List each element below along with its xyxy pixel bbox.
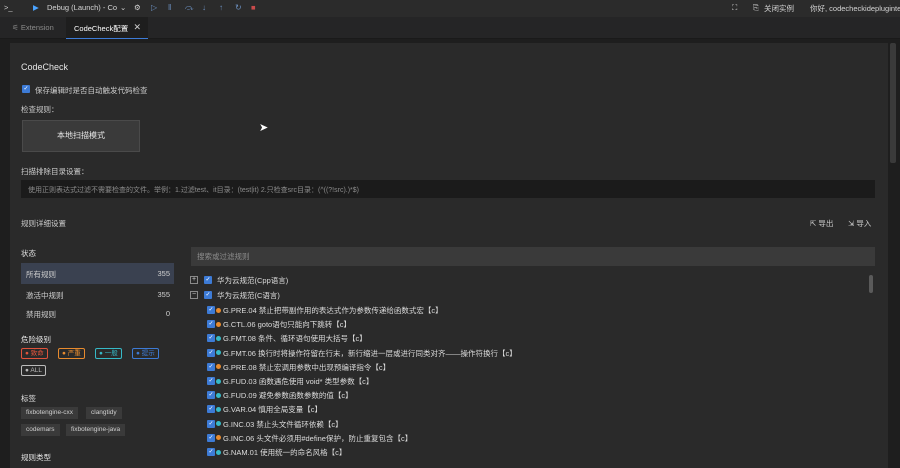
status-count: 355 bbox=[157, 290, 170, 299]
rule-label: G.FMT.08 条件、循环语句使用大括号【c】 bbox=[223, 334, 367, 344]
severity-dot-icon bbox=[216, 406, 221, 412]
tag-chip[interactable]: clangtidy bbox=[86, 407, 122, 419]
tag-chip[interactable]: fixbotengine-java bbox=[66, 424, 126, 436]
close-instance-button[interactable]: 关闭实例 bbox=[764, 3, 794, 14]
tag-chip[interactable]: codemars bbox=[21, 424, 60, 436]
rule-label: G.INC.06 头文件必须用#define保护，防止重复包含【c】 bbox=[223, 433, 413, 443]
close-instance-icon[interactable]: ⎘ bbox=[753, 3, 759, 13]
rule-checkbox[interactable]: ✓ bbox=[207, 391, 215, 400]
restart-icon[interactable]: ↻ bbox=[235, 3, 242, 12]
severity-chip-fatal[interactable]: ● 致命 bbox=[21, 348, 48, 359]
rule-details-label: 规则详细设置 bbox=[21, 219, 66, 228]
chevron-down-icon[interactable]: ⌄ bbox=[120, 3, 126, 12]
status-row-disabled-rules[interactable]: 禁用规则 0 bbox=[21, 303, 174, 324]
rule-label: G.FMT.06 换行时将操作符留在行末，新行缩进一层或进行同类对齐——操作符换… bbox=[223, 348, 517, 358]
severity-dot-icon bbox=[216, 321, 221, 327]
gear-icon[interactable]: ⚙ bbox=[134, 3, 141, 12]
rule-label: G.FUD.03 函数遇危使用 void* 类型参数【c】 bbox=[223, 377, 374, 386]
close-icon[interactable]: ✕ bbox=[133, 22, 141, 33]
debug-config-select[interactable]: Debug (Launch) - Co bbox=[47, 3, 117, 12]
status-row-active-rules[interactable]: 激活中规则 355 bbox=[21, 284, 174, 305]
rule-checkbox[interactable]: ✓ bbox=[207, 348, 215, 357]
step-out-icon[interactable]: ↑ bbox=[219, 3, 223, 12]
step-over-icon[interactable]: ⤼ bbox=[185, 3, 194, 13]
exclude-dirs-label: 扫描排除目录设置： bbox=[21, 167, 89, 176]
group-label: 华为云规范(Cpp语言) bbox=[217, 276, 289, 285]
severity-heading: 危险级别 bbox=[21, 335, 51, 344]
local-scan-mode-button[interactable]: 本地扫描模式 bbox=[22, 120, 140, 152]
debug-toolbar: >_ ▶ Debug (Launch) - Co ⌄ ⚙ ▷ ‖ ⤼ ↓ ↑ ↻… bbox=[0, 0, 900, 17]
extension-icon: ⚟ bbox=[12, 23, 21, 32]
severity-dot-icon bbox=[216, 307, 221, 313]
tag-chip[interactable]: fixbotengine-cxx bbox=[21, 407, 78, 419]
rule-search-input[interactable]: 搜索或过滤规则 bbox=[191, 247, 875, 266]
severity-dot-icon bbox=[216, 449, 221, 455]
expand-icon[interactable]: + bbox=[190, 276, 198, 284]
rule-label: G.INC.03 禁止头文件循环依赖【c】 bbox=[223, 419, 343, 429]
rule-checkbox[interactable]: ✓ bbox=[207, 320, 215, 329]
rule-checkbox[interactable]: ✓ bbox=[207, 334, 215, 343]
group-checkbox[interactable]: ✓ bbox=[204, 291, 212, 299]
rule-checkbox[interactable]: ✓ bbox=[207, 448, 215, 456]
rule-label: G.VAR.04 慎用全局变量【c】 bbox=[223, 405, 323, 415]
rule-label: G.PRE.08 禁止宏调用参数中出现预编译指令【c】 bbox=[223, 362, 391, 372]
auto-check-label: 保存编辑时是否自动触发代码检查 bbox=[35, 86, 148, 95]
rule-label: G.FUD.09 避免参数函数参数的值【c】 bbox=[223, 391, 353, 401]
severity-dot-icon bbox=[216, 378, 221, 384]
severity-chip-all[interactable]: ● ALL bbox=[21, 365, 46, 376]
stop-icon[interactable]: ■ bbox=[251, 3, 256, 12]
status-heading: 状态 bbox=[21, 249, 36, 258]
status-label: 禁用规则 bbox=[26, 310, 56, 319]
tab-codecheck-config[interactable]: CodeCheck配置 ✕ bbox=[66, 17, 148, 39]
rule-label: G.NAM.01 使用统一的命名风格【c】 bbox=[223, 448, 347, 457]
tags-heading: 标签 bbox=[21, 394, 36, 403]
status-count: 355 bbox=[157, 269, 170, 278]
run-icon[interactable]: ▶ bbox=[33, 3, 39, 12]
terminal-icon[interactable]: >_ bbox=[4, 3, 13, 12]
status-label: 激活中规则 bbox=[26, 291, 64, 300]
rule-checkbox[interactable]: ✓ bbox=[207, 433, 215, 442]
status-label: 所有规则 bbox=[26, 270, 56, 279]
rule-label: G.CTL.06 goto语句只能向下跳转【c】 bbox=[223, 320, 351, 330]
auto-check-checkbox[interactable]: ✓ bbox=[22, 85, 30, 93]
pause-icon[interactable]: ‖ bbox=[168, 3, 171, 12]
rule-label: G.PRE.04 禁止把带副作用的表达式作为参数传递给函数式宏【c】 bbox=[223, 306, 443, 315]
severity-dot-icon bbox=[216, 392, 221, 398]
group-label: 华为云规范(C语言) bbox=[217, 291, 280, 300]
user-greeting: 你好, codecheckideplugintes bbox=[810, 4, 900, 13]
step-into-icon[interactable]: ↓ bbox=[202, 3, 206, 12]
rule-checkbox[interactable]: ✓ bbox=[207, 362, 215, 371]
rule-checkbox[interactable]: ✓ bbox=[207, 405, 215, 414]
tab-label: CodeCheck配置 bbox=[74, 24, 129, 33]
continue-icon[interactable]: ▷ bbox=[151, 3, 157, 12]
rule-checkbox[interactable]: ✓ bbox=[207, 377, 215, 385]
export-button[interactable]: ⇱ 导出 bbox=[810, 218, 833, 229]
group-checkbox[interactable]: ✓ bbox=[204, 276, 212, 284]
exclude-dirs-input[interactable]: 使用正则表达式过滤不需要检查的文件。举例：1.过滤test、it目录：(test… bbox=[21, 180, 875, 198]
tab-label: Extension bbox=[20, 23, 54, 32]
status-row-all-rules[interactable]: 所有规则 355 bbox=[21, 263, 174, 284]
fullscreen-icon[interactable]: ⛶ bbox=[732, 3, 737, 13]
tab-extension[interactable]: ⚟ Extension bbox=[4, 17, 62, 39]
collapse-icon[interactable]: − bbox=[190, 291, 198, 299]
page-title: CodeCheck bbox=[21, 62, 69, 72]
severity-dot-icon bbox=[216, 335, 221, 341]
rule-checkbox[interactable]: ✓ bbox=[207, 419, 215, 428]
status-count: 0 bbox=[165, 309, 170, 318]
severity-chip-general[interactable]: ● 一般 bbox=[95, 348, 122, 359]
import-button[interactable]: ⇲ 导入 bbox=[848, 218, 871, 229]
mouse-cursor-icon: ➤ bbox=[259, 122, 269, 134]
severity-chip-serious[interactable]: ● 严重 bbox=[58, 348, 85, 359]
rule-type-heading: 规则类型 bbox=[21, 453, 51, 462]
editor-tabs: ⚟ Extension CodeCheck配置 ✕ bbox=[0, 17, 900, 39]
severity-chip-hint[interactable]: ● 提示 bbox=[132, 348, 159, 359]
page-scrollbar[interactable] bbox=[890, 43, 896, 163]
check-rules-label: 检查规则： bbox=[21, 105, 59, 114]
rules-scrollbar-thumb[interactable] bbox=[869, 275, 873, 293]
rule-checkbox[interactable]: ✓ bbox=[207, 306, 215, 314]
